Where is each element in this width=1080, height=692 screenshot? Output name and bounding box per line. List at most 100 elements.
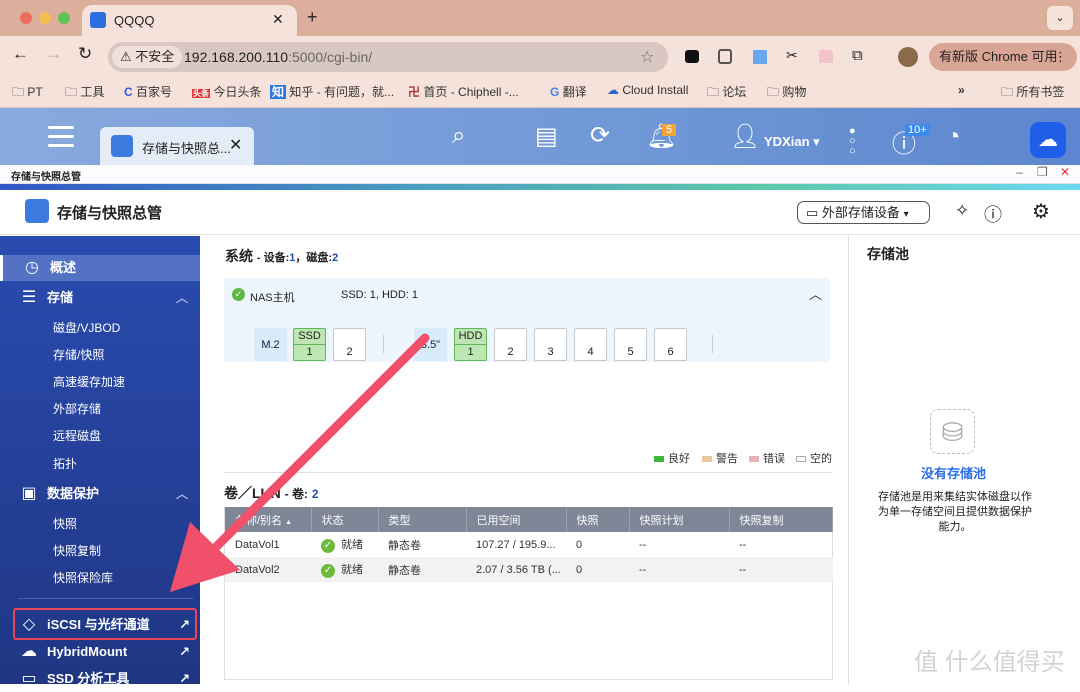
magic-wand-icon[interactable]: ✧ — [955, 201, 969, 221]
disk-slot[interactable]: HDD 1 — [454, 328, 487, 361]
bookmark-translate[interactable]: G 翻译 — [550, 83, 587, 100]
disk-slot[interactable]: 2 — [494, 328, 527, 361]
sidebar-label: 存储/快照 — [53, 348, 105, 362]
minimize-window-button[interactable] — [39, 12, 51, 24]
minimize-icon[interactable]: – — [1016, 165, 1023, 179]
column-header-status[interactable]: 状态 — [311, 507, 379, 532]
bookmark-label: 首页 - Chiphell -... — [423, 85, 519, 99]
slot-type-label: 3.5" — [420, 339, 441, 351]
close-window-icon[interactable]: ✕ — [1060, 165, 1070, 179]
close-tab-icon[interactable]: ✕ — [272, 11, 284, 28]
close-window-button[interactable] — [20, 12, 32, 24]
sidebar-item-overview[interactable]: ◷ 概述 — [0, 255, 200, 281]
bitwarden-extension-icon[interactable] — [718, 49, 732, 64]
disk-slot[interactable]: 6 — [654, 328, 687, 361]
slot-divider — [712, 335, 713, 353]
collapse-chevron-icon[interactable]: ︿ — [809, 284, 822, 303]
chevron-up-icon: ︿ — [175, 487, 188, 501]
forward-icon[interactable]: → — [45, 44, 62, 64]
settings-gear-icon[interactable]: ⚙ — [1032, 199, 1050, 224]
disk-slot[interactable]: 3 — [534, 328, 567, 361]
sidebar-item-snapshot-replica[interactable]: 快照复制 — [0, 538, 200, 564]
sidebar-item-snapshot-vault[interactable]: 快照保险库 — [0, 565, 200, 591]
bookmark-forum[interactable]: 🗀 论坛 — [707, 83, 746, 104]
bookmark-cloud-install[interactable]: ☁ Cloud Install — [607, 83, 688, 97]
main-menu-icon[interactable] — [48, 126, 74, 147]
close-app-tab-icon[interactable]: ✕ — [229, 135, 242, 155]
tv-extension-icon[interactable] — [819, 50, 833, 63]
bookmark-shopping[interactable]: 🗀 购物 — [767, 83, 806, 104]
bookmark-zhihu[interactable]: 知 知乎 - 有问题，就... — [270, 83, 394, 100]
no-pool-link[interactable]: 没有存储池 — [921, 463, 986, 482]
user-icon[interactable]: 👤︎ — [730, 122, 760, 151]
sidebar-item-topology[interactable]: 拓扑 — [0, 451, 200, 477]
maximize-window-button[interactable] — [58, 12, 70, 24]
bookmark-baijiahao[interactable]: C 百家号 — [124, 83, 172, 100]
all-bookmarks[interactable]: 🗀 所有书签 — [1001, 83, 1064, 104]
column-header-replica[interactable]: 快照复制 — [729, 507, 833, 532]
myqnapcloud-icon[interactable]: ☁ — [1030, 122, 1066, 158]
bookmark-label: 知乎 - 有问题，就... — [289, 85, 395, 99]
chrome-update-button[interactable]: 有新版 Chrome 可用 ⋮ — [929, 43, 1077, 71]
extension-icon[interactable]: ✂ — [786, 47, 798, 64]
security-label: 不安全 — [135, 49, 175, 64]
sidebar-item-remote-disk[interactable]: 远程磁盘 — [0, 423, 200, 449]
column-header-schedule[interactable]: 快照计划 — [629, 507, 730, 532]
extension-icon[interactable] — [685, 50, 699, 63]
bookmark-chiphell[interactable]: 卍 首页 - Chiphell -... — [408, 83, 519, 100]
sync-icon[interactable]: ⟳ — [590, 121, 610, 150]
search-icon[interactable]: ⌕ — [452, 122, 465, 150]
table-header: 名称/别名 ▲ 状态 类型 已用空间 快照 快照计划 快照复制 — [225, 507, 833, 532]
sidebar-item-storage-snapshots[interactable]: 存储/快照 — [0, 342, 200, 368]
tab-search-chevron-icon[interactable]: ⌄ — [1047, 6, 1073, 30]
resource-monitor-icon[interactable]: ◔ — [946, 123, 961, 151]
volume-type: 静态卷 — [388, 539, 421, 552]
add-pool-icon[interactable]: ⛁ — [930, 409, 975, 454]
bookmark-star-icon[interactable]: ☆ — [640, 47, 654, 67]
bookmark-tools[interactable]: 🗀 工具 — [65, 83, 104, 104]
disk-slot[interactable]: 2 — [333, 328, 366, 361]
user-menu[interactable]: YDXian ▾ — [764, 134, 820, 150]
column-header-type[interactable]: 类型 — [378, 507, 467, 532]
sidebar-item-ssd-profiling[interactable]: ▭ SSD 分析工具 ↗ — [0, 666, 200, 692]
sidebar-item-storage[interactable]: ☰ 存储 ︿ — [0, 285, 200, 311]
back-icon[interactable]: ← — [12, 44, 29, 64]
sidebar-label: 高速缓存加速 — [53, 375, 126, 389]
sidebar-item-cache[interactable]: 高速缓存加速 — [0, 369, 200, 395]
sidebar-item-disks[interactable]: 磁盘/VJBOD — [0, 315, 200, 341]
sidebar-item-data-protection[interactable]: ▣ 数据保护 ︿ — [0, 481, 200, 507]
column-header-name[interactable]: 名称/别名 ▲ — [225, 507, 312, 532]
help-icon[interactable]: ⓘ — [984, 201, 1002, 227]
sidebar-item-hybridmount[interactable]: ☁ HybridMount ↗ — [0, 639, 200, 665]
profile-avatar[interactable] — [898, 47, 918, 67]
volume-schedule: -- — [639, 538, 647, 551]
new-tab-button[interactable]: + — [307, 7, 318, 28]
restore-icon[interactable]: ❐ — [1037, 165, 1048, 179]
more-bookmarks-button[interactable]: » — [958, 83, 965, 97]
disk-slot[interactable]: 5 — [614, 328, 647, 361]
column-header-used[interactable]: 已用空间 — [466, 507, 567, 532]
bookmark-pt[interactable]: 🗀 PT — [12, 83, 43, 104]
table-row[interactable]: DataVol2 ✓ 就绪 静态卷 2.07 / 3.56 TB (... 0 -… — [225, 557, 833, 582]
storage-app-icon — [25, 199, 49, 223]
sidebar-item-external[interactable]: 外部存储 — [0, 396, 200, 422]
extension-icon[interactable] — [753, 50, 767, 64]
browser-tab[interactable]: QQQQ ✕ — [82, 5, 297, 36]
sidebar: ◷ 概述 ☰ 存储 ︿ 磁盘/VJBOD 存储/快照 高速缓存加速 外部存储 远程磁盘… — [0, 236, 200, 687]
disk-slot[interactable]: 4 — [574, 328, 607, 361]
table-row[interactable]: DataVol1 ✓ 就绪 静态卷 107.27 / 195.9... 0 -- … — [225, 532, 833, 557]
extensions-puzzle-icon[interactable]: ⧉ — [852, 47, 863, 64]
legend-label: 错误 — [763, 453, 785, 465]
reload-icon[interactable]: ↻ — [78, 44, 92, 64]
more-options-icon[interactable]: ● ○ ○ — [849, 126, 856, 157]
external-storage-dropdown[interactable]: ▭ 外部存储设备 ▾ — [797, 201, 930, 224]
sidebar-item-snapshots[interactable]: 快照 — [0, 511, 200, 537]
column-header-snapshots[interactable]: 快照 — [566, 507, 630, 532]
url-text[interactable]: 192.168.200.110:5000/cgi-bin/ — [184, 49, 372, 65]
bookmark-toutiao[interactable]: 头条 今日头条 — [192, 83, 261, 100]
disk-slot[interactable]: SSD 1 — [293, 328, 326, 361]
database-icon: ☰ — [21, 289, 37, 306]
background-tasks-icon[interactable]: ▤ — [535, 122, 558, 151]
security-indicator[interactable]: ⚠ 不安全 — [112, 46, 183, 68]
app-tab-storage[interactable]: 存储与快照总... ✕ — [100, 127, 254, 165]
